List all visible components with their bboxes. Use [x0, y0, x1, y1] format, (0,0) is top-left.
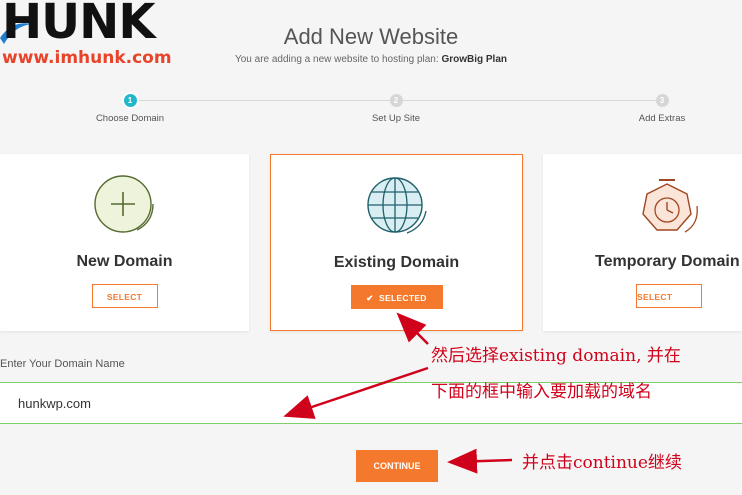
annotation-line-3: 并点击continue继续 — [522, 453, 682, 473]
page-subtitle: You are adding a new website to hosting … — [0, 54, 742, 65]
arrow-to-continue-button — [447, 448, 513, 474]
step-set-up-site: 2 Set Up Site — [326, 94, 466, 124]
page-title: Add New Website — [283, 24, 459, 49]
selected-existing-domain-button[interactable]: ✔ SELECTED — [350, 285, 443, 309]
step-number: 3 — [655, 94, 669, 107]
card-title: Temporary Domain — [595, 253, 740, 270]
clock-icon — [642, 179, 698, 233]
card-temporary-domain[interactable]: Temporary Domain SELECT — [543, 154, 742, 331]
card-title: Existing Domain — [333, 254, 460, 271]
subtitle-text: You are adding a new website to hosting … — [234, 54, 439, 65]
step-add-extras: 3 Add Extras — [592, 94, 732, 124]
step-label: Choose Domain — [95, 113, 165, 124]
select-new-domain-button[interactable]: SELECT — [91, 284, 158, 308]
annotation-line-1: 然后选择existing domain, 并在 — [431, 346, 681, 366]
step-choose-domain: 1 Choose Domain — [60, 94, 200, 124]
card-title: New Domain — [76, 253, 173, 270]
plus-circle-icon — [93, 175, 154, 233]
card-existing-domain[interactable]: Existing Domain ✔ SELECTED — [270, 154, 523, 331]
step-label: Add Extras — [638, 113, 686, 124]
card-new-domain[interactable]: New Domain SELECT — [0, 154, 249, 331]
button-label: SELECTED — [379, 293, 427, 303]
step-number: 1 — [123, 94, 137, 107]
annotation-line-2: 下面的框中输入要加载的域名 — [431, 382, 652, 402]
globe-icon — [366, 177, 427, 234]
step-label: Set Up Site — [371, 113, 421, 124]
plan-name: GrowBig Plan — [441, 54, 507, 65]
select-temporary-domain-button[interactable]: SELECT — [636, 284, 702, 308]
domain-field-label: Enter Your Domain Name — [0, 358, 125, 370]
step-number: 2 — [389, 94, 403, 107]
continue-button[interactable]: CONTINUE — [356, 450, 438, 482]
checkmark-icon: ✔ — [366, 293, 379, 303]
